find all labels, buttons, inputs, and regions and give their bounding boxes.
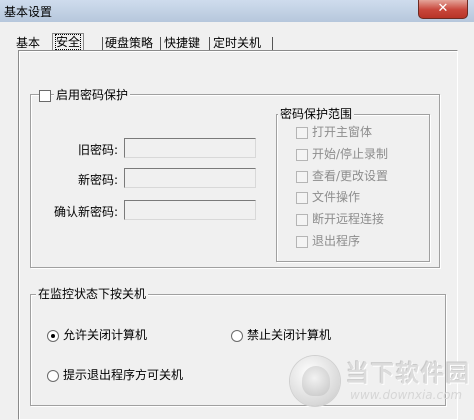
- scope-start-stop-recording-checkbox[interactable]: [296, 149, 308, 161]
- tab-separator: [160, 37, 161, 51]
- forbid-shutdown-label: 禁止关闭计算机: [247, 328, 332, 342]
- scope-item-label: 打开主窗体: [312, 125, 373, 139]
- close-button[interactable]: ✕: [418, 0, 468, 19]
- old-password-label: 旧密码:: [77, 143, 118, 157]
- tab-hotkeys[interactable]: 快捷键: [164, 35, 200, 51]
- site-watermark: 当下软件园 www.downxia.com: [290, 352, 472, 418]
- tab-scheduled-shutdown[interactable]: 定时关机: [213, 35, 261, 51]
- scope-exit-program-checkbox[interactable]: [296, 236, 308, 248]
- confirm-password-label: 确认新密码:: [53, 205, 118, 219]
- scope-item-label: 查看/更改设置: [312, 169, 389, 183]
- tab-separator: [272, 37, 273, 51]
- new-password-input[interactable]: [124, 168, 256, 188]
- allow-shutdown-radio[interactable]: [47, 330, 59, 342]
- enable-password-checkbox[interactable]: [39, 90, 51, 102]
- scope-item-label: 断开远程连接: [312, 212, 385, 226]
- scope-disconnect-remote-checkbox[interactable]: [296, 214, 308, 226]
- tab-disk-policy[interactable]: 硬盘策略: [105, 35, 153, 51]
- enable-password-label: 启用密码保护: [54, 88, 131, 102]
- prompt-exit-shutdown-label: 提示退出程序方可关机: [63, 368, 184, 382]
- password-scope-title: 密码保护范围: [278, 107, 355, 121]
- scope-item-label: 开始/停止录制: [312, 147, 389, 161]
- allow-shutdown-label: 允许关闭计算机: [63, 328, 148, 342]
- scope-view-change-settings-checkbox[interactable]: [296, 171, 308, 183]
- confirm-password-input[interactable]: [124, 200, 256, 220]
- window-title: 基本设置: [4, 5, 53, 19]
- watermark-logo-icon: [290, 356, 340, 406]
- scope-item-label: 退出程序: [312, 234, 361, 248]
- close-icon: ✕: [437, 1, 449, 16]
- new-password-label: 新密码:: [77, 173, 118, 187]
- watermark-name: 当下软件园: [346, 361, 471, 387]
- scope-file-operations-checkbox[interactable]: [296, 192, 308, 204]
- prompt-exit-shutdown-radio[interactable]: [47, 370, 59, 382]
- scope-item-label: 文件操作: [312, 190, 361, 204]
- title-bar: 基本设置 ✕: [0, 0, 474, 22]
- forbid-shutdown-radio[interactable]: [231, 330, 243, 342]
- tab-basic[interactable]: 基本: [16, 35, 40, 51]
- scope-open-main-window-checkbox[interactable]: [296, 127, 308, 139]
- shutdown-group-title: 在监控状态下按关机: [36, 287, 149, 301]
- old-password-input[interactable]: [124, 138, 256, 158]
- tab-separator: [209, 37, 210, 51]
- watermark-url: www.downxia.com: [350, 388, 463, 402]
- tab-separator: [102, 37, 103, 51]
